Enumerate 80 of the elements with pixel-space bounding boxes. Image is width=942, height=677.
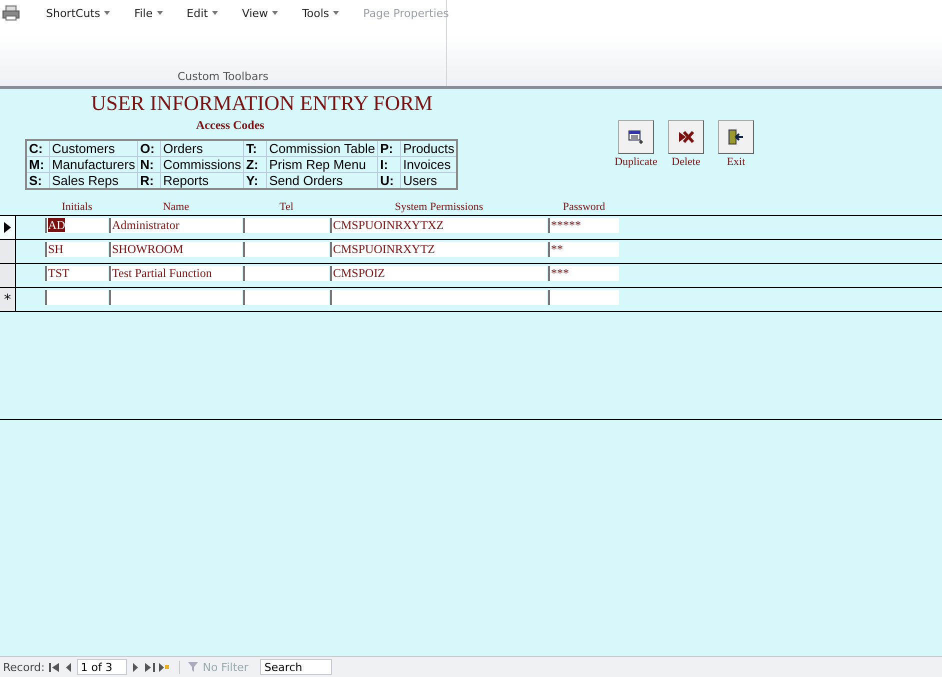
column-header: Tel	[278, 201, 294, 213]
code-letter: U:	[378, 172, 401, 189]
button-label: Delete	[672, 156, 700, 168]
section-title: Access Codes	[196, 118, 264, 133]
code-label: Manufacturers	[50, 156, 138, 172]
table-plus-icon	[628, 129, 644, 145]
code-letter: C:	[26, 140, 50, 156]
menu-button[interactable]: ShortCuts	[38, 2, 118, 24]
new-record-marker: *	[4, 292, 11, 308]
code-label: Prism Rep Menu	[266, 156, 378, 172]
caret-icon	[156, 11, 163, 15]
caret-icon	[333, 11, 340, 15]
column-header: System Permissions	[394, 201, 484, 213]
input-field[interactable]: ***	[548, 266, 619, 281]
code-letter: I:	[378, 156, 401, 172]
last-record-icon[interactable]	[144, 662, 155, 672]
column-header: Initials	[60, 201, 94, 213]
record-label: Record:	[3, 660, 45, 674]
code-label: Customers	[50, 140, 138, 156]
input-field[interactable]: Administrator	[109, 218, 242, 233]
input-field[interactable]: AD	[45, 218, 108, 233]
caret-icon	[272, 11, 278, 15]
form-title: USER INFORMATION ENTRY FORM	[91, 91, 433, 116]
input-field[interactable]: **	[548, 242, 619, 257]
column-header: Password	[562, 201, 606, 213]
menu-button[interactable]: Edit	[178, 2, 226, 24]
input-field[interactable]	[45, 290, 108, 305]
delete-x-icon	[678, 130, 694, 144]
input-field[interactable]	[243, 290, 329, 305]
input-field[interactable]: TST	[45, 266, 108, 281]
input-field[interactable]: SHOWROOM	[109, 242, 242, 257]
code-letter: P:	[378, 140, 401, 156]
current-record-icon	[4, 222, 11, 233]
code-label: Orders	[160, 140, 244, 156]
menu-button[interactable]: View	[234, 2, 286, 24]
first-record-icon[interactable]	[48, 662, 59, 672]
delete-button[interactable]	[668, 120, 704, 154]
record-selector[interactable]	[0, 264, 16, 287]
code-label: Send Orders	[266, 172, 378, 189]
code-letter: O:	[138, 140, 161, 156]
input-field[interactable]	[243, 218, 329, 233]
record-position-field[interactable]: 1 of 3	[76, 659, 127, 675]
code-letter: M:	[26, 156, 50, 172]
code-label: Commission Table	[266, 140, 378, 156]
code-letter: N:	[138, 156, 161, 172]
code-letter: Y:	[244, 172, 267, 189]
door-arrow-icon	[728, 129, 744, 145]
button-label: Exit	[726, 156, 746, 168]
printer-icon[interactable]	[2, 5, 20, 21]
code-letter: T:	[244, 140, 267, 156]
code-label: Commissions	[160, 156, 244, 172]
input-field[interactable]: CMSPUOINRXYTXZ	[330, 218, 547, 233]
input-field[interactable]	[243, 242, 329, 257]
menu-button[interactable]: Tools	[294, 2, 348, 24]
input-field[interactable]	[548, 290, 619, 305]
record-selector[interactable]: *	[0, 288, 16, 311]
duplicate-button[interactable]	[618, 120, 654, 154]
column-header: Name	[162, 201, 190, 213]
code-letter: Z:	[244, 156, 267, 172]
caret-icon	[212, 11, 218, 15]
code-label: Sales Reps	[50, 172, 138, 189]
new-record-icon[interactable]	[158, 662, 169, 672]
search-field[interactable]: Search	[260, 659, 332, 675]
input-field[interactable]: CMSPOIZ	[330, 266, 547, 281]
input-field[interactable]: *****	[548, 218, 619, 233]
code-label: Invoices	[400, 156, 458, 172]
funnel-icon	[188, 662, 200, 672]
record-selector[interactable]	[0, 240, 16, 263]
exit-button[interactable]	[718, 120, 754, 154]
input-field[interactable]	[330, 290, 547, 305]
menu-button[interactable]: File	[126, 2, 171, 24]
input-field[interactable]	[109, 290, 242, 305]
input-field[interactable]: SH	[45, 242, 108, 257]
record-selector[interactable]	[0, 216, 16, 239]
caret-icon	[104, 11, 110, 15]
button-label: Duplicate	[614, 156, 658, 168]
input-field[interactable]: CMSPUOINRXYTZ	[330, 242, 547, 257]
input-field[interactable]: Test Partial Function	[109, 266, 242, 281]
group-label: Custom Toolbars	[176, 70, 270, 85]
input-field[interactable]	[243, 266, 329, 281]
